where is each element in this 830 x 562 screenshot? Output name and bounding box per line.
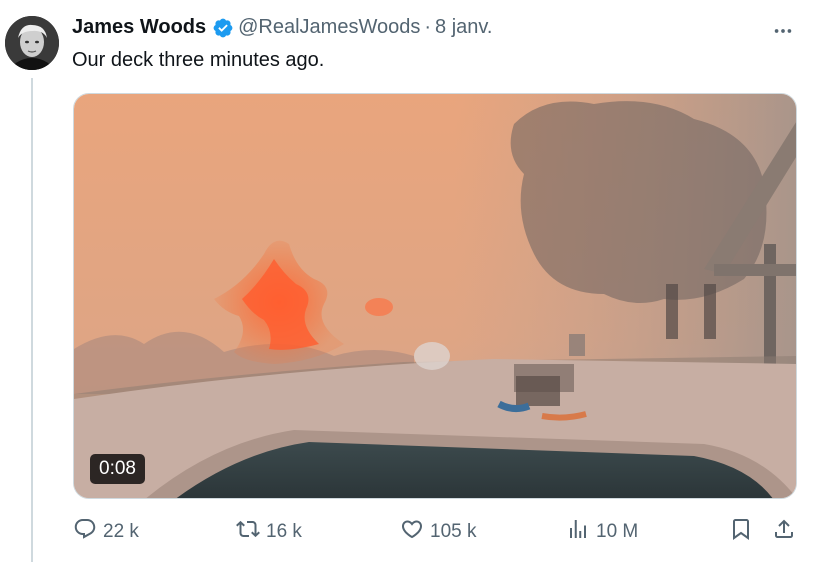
action-bar: 22 k 16 k 105 k 10 M	[0, 517, 830, 547]
views-count: 10 M	[596, 521, 639, 542]
like-icon	[400, 517, 424, 547]
video-player[interactable]: 0:08	[73, 93, 797, 499]
thread-connector-line	[31, 78, 33, 562]
verified-badge-icon	[212, 17, 234, 39]
header-separator: ·	[424, 16, 432, 38]
repost-button[interactable]: 16 k	[236, 517, 302, 547]
bookmark-button[interactable]	[729, 517, 753, 547]
repost-icon	[236, 517, 260, 547]
views-icon	[566, 517, 590, 547]
tweet-date[interactable]: 8 janv.	[435, 16, 492, 39]
more-horizontal-icon[interactable]	[768, 16, 798, 46]
reply-count: 22 k	[103, 521, 139, 542]
bookmark-icon	[729, 517, 753, 547]
like-count: 105 k	[430, 521, 477, 542]
tweet-text: Our deck three minutes ago.	[72, 49, 325, 71]
reply-icon	[73, 517, 97, 547]
video-frame	[74, 94, 796, 498]
avatar[interactable]	[5, 16, 59, 70]
avatar-image	[5, 16, 59, 70]
views-button[interactable]: 10 M	[566, 517, 638, 547]
share-icon	[772, 517, 796, 547]
like-button[interactable]: 105 k	[400, 517, 476, 547]
reply-button[interactable]: 22 k	[73, 517, 139, 547]
author-handle[interactable]: @RealJamesWoods	[238, 16, 420, 39]
tweet-header: James Woods @RealJamesWoods · 8 janv.	[72, 16, 492, 39]
repost-count: 16 k	[266, 521, 302, 542]
video-timestamp: 0:08	[90, 454, 145, 484]
share-button[interactable]	[772, 517, 796, 547]
author-name[interactable]: James Woods	[72, 16, 206, 39]
